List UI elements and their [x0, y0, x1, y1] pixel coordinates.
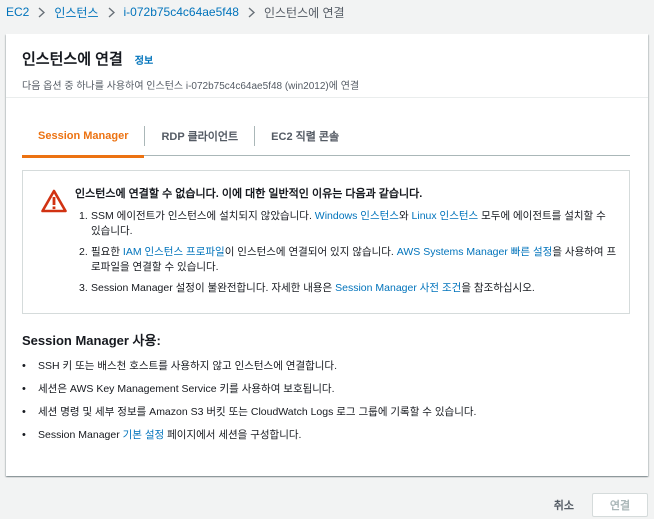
reason-text: 와 [398, 210, 412, 222]
session-manager-usage: Session Manager 사용: • SSH 키 또는 배스천 호스트를 사… [22, 330, 630, 451]
connection-tabs: Session Manager RDP 클라이언트 EC2 직렬 콘솔 [22, 116, 630, 158]
tab-session-manager[interactable]: Session Manager [22, 116, 145, 158]
list-number: 1. [79, 210, 88, 222]
linux-instances-link[interactable]: Linux 인스턴스 [412, 210, 479, 222]
breadcrumb: EC2 인스턴스 i-072b75c4c64ae5f48 인스턴스에 연결 [6, 3, 345, 21]
breadcrumb-current: 인스턴스에 연결 [263, 5, 345, 20]
list-item: • Session Manager 기본 설정 페이지에서 세션을 구성합니다. [22, 428, 630, 442]
usage-list: • SSH 키 또는 배스천 호스트를 사용하지 않고 인스턴스에 연결합니다. … [22, 359, 630, 442]
preferences-link[interactable]: 기본 설정 [123, 429, 165, 441]
usage-text: 페이지에서 세션을 구성합니다. [164, 429, 302, 441]
page-title: 인스턴스에 연결 [22, 51, 123, 68]
list-item: 2. 필요한 IAM 인스턴스 프로파일이 인스턴스에 연결되어 있지 않습니다… [75, 245, 617, 275]
prerequisites-link[interactable]: Session Manager 사전 조건 [335, 282, 461, 294]
alert-reasons-list: 1. SSM 에이전트가 인스턴스에 설치되지 않았습니다. Windows 인… [75, 209, 617, 296]
bullet-icon: • [22, 406, 26, 418]
list-number: 3. [79, 282, 88, 294]
breadcrumb-instances-link[interactable]: 인스턴스 [54, 4, 98, 21]
usage-text: 세션 명령 및 세부 정보를 Amazon S3 버킷 또는 CloudWatc… [38, 406, 477, 418]
chevron-right-icon [248, 6, 255, 18]
panel-header: 인스턴스에 연결 정보 다음 옵션 중 하나를 사용하여 인스턴스 i-072b… [6, 34, 648, 98]
reason-text: 이 인스턴스에 연결되어 있지 않습니다. [224, 246, 397, 258]
info-link[interactable]: 정보 [135, 52, 153, 67]
list-item: • SSH 키 또는 배스천 호스트를 사용하지 않고 인스턴스에 연결합니다. [22, 359, 630, 373]
reason-text: Session Manager 설정이 불완전합니다. 자세한 내용은 [91, 282, 336, 294]
bullet-icon: • [22, 383, 26, 395]
list-item: 1. SSM 에이전트가 인스턴스에 설치되지 않았습니다. Windows 인… [75, 209, 617, 239]
warning-triangle-icon [41, 189, 67, 213]
tab-rdp-client[interactable]: RDP 클라이언트 [145, 116, 254, 156]
breadcrumb-instance-id-link[interactable]: i-072b75c4c64ae5f48 [124, 5, 239, 19]
list-item: • 세션은 AWS Key Management Service 키를 사용하여 … [22, 382, 630, 396]
connect-panel: 인스턴스에 연결 정보 다음 옵션 중 하나를 사용하여 인스턴스 i-072b… [6, 34, 648, 476]
usage-text: 세션은 AWS Key Management Service 키를 사용하여 보… [38, 383, 335, 395]
usage-title: Session Manager 사용: [22, 333, 161, 348]
tab-ec2-serial-console[interactable]: EC2 직렬 콘솔 [255, 116, 355, 156]
panel-description: 다음 옵션 중 하나를 사용하여 인스턴스 i-072b75c4c64ae5f4… [22, 81, 360, 92]
connect-button[interactable]: 연결 [592, 493, 648, 517]
windows-instances-link[interactable]: Windows 인스턴스 [315, 210, 399, 222]
breadcrumb-ec2-link[interactable]: EC2 [6, 5, 29, 19]
usage-text: SSH 키 또는 배스천 호스트를 사용하지 않고 인스턴스에 연결합니다. [38, 360, 338, 372]
reason-text: 필요한 [91, 246, 123, 258]
footer-actions: 취소 연결 [536, 492, 648, 518]
chevron-right-icon [108, 6, 115, 18]
quick-setup-link[interactable]: AWS Systems Manager 빠른 설정 [397, 246, 553, 258]
alert-title: 인스턴스에 연결할 수 없습니다. 이에 대한 일반적인 이유는 다음과 같습니… [75, 188, 423, 200]
chevron-right-icon [38, 6, 46, 18]
list-item: • 세션 명령 및 세부 정보를 Amazon S3 버킷 또는 CloudWat… [22, 405, 630, 419]
warning-alert: 인스턴스에 연결할 수 없습니다. 이에 대한 일반적인 이유는 다음과 같습니… [22, 170, 630, 314]
reason-text: SSM 에이전트가 인스턴스에 설치되지 않았습니다. [91, 210, 315, 222]
usage-text: Session Manager [38, 429, 123, 441]
cancel-button[interactable]: 취소 [536, 492, 592, 518]
reason-text: 을 참조하십시오. [461, 282, 535, 294]
bullet-icon: • [22, 429, 26, 441]
list-number: 2. [79, 246, 88, 258]
iam-instance-profile-link[interactable]: IAM 인스턴스 프로파일 [123, 246, 225, 258]
bullet-icon: • [22, 360, 26, 372]
list-item: 3. Session Manager 설정이 불완전합니다. 자세한 내용은 S… [75, 281, 617, 296]
